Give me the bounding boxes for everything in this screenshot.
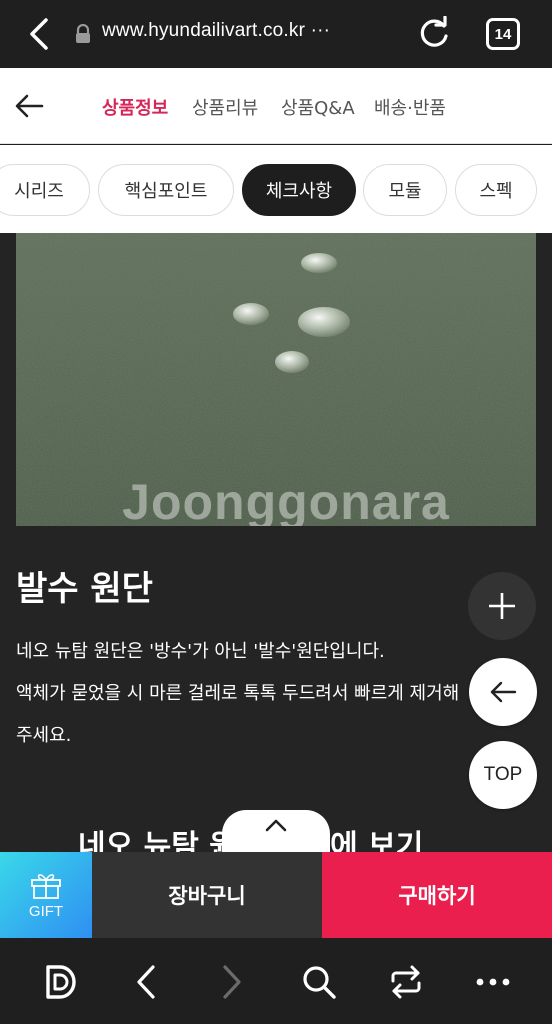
- nav-forward-button[interactable]: [212, 962, 252, 1002]
- collapse-handle[interactable]: [222, 810, 330, 856]
- buy-now-button[interactable]: 구매하기: [322, 852, 552, 938]
- product-tab-header: 상품정보 상품리뷰 상품Q&A 배송·반품: [0, 68, 552, 144]
- section-chip-row: 시리즈 핵심포인트 체크사항 모듈 스펙: [0, 145, 552, 233]
- browser-logo-icon: [46, 965, 76, 999]
- browser-home-button[interactable]: [40, 962, 80, 1002]
- nav-more-button[interactable]: [473, 962, 513, 1002]
- search-icon: [303, 966, 336, 999]
- go-back-button[interactable]: [469, 658, 537, 726]
- chip-checklist[interactable]: 체크사항: [242, 164, 356, 216]
- expand-plus-button[interactable]: [468, 572, 536, 640]
- section-title: 발수 원단: [16, 569, 153, 609]
- chip-series[interactable]: 시리즈: [0, 164, 90, 216]
- description-line-2: 액체가 묻었을 시 마른 걸레로 톡톡 두드려서 빠르게 제거해: [16, 683, 460, 704]
- url-text: www.hyundailivart.co.kr: [102, 20, 306, 41]
- fabric-water-drop-image: Joonggonara: [16, 233, 536, 526]
- browser-bottom-nav: [0, 938, 552, 1024]
- arrow-left-icon: [490, 681, 517, 703]
- chip-spec[interactable]: 스펙: [455, 164, 537, 216]
- nav-back-button[interactable]: [126, 962, 166, 1002]
- switch-arrows-icon: [391, 965, 421, 999]
- description-line-3: 주세요.: [16, 725, 72, 746]
- url-more: ···: [310, 20, 331, 41]
- chevron-up-icon: [265, 819, 287, 832]
- description-line-1: 네오 뉴탐 원단은 '방수'가 아닌 '발수'원단입니다.: [16, 641, 385, 662]
- top-label: TOP: [483, 764, 523, 785]
- tab-product-review[interactable]: 상품리뷰: [192, 94, 258, 120]
- plus-icon: [489, 593, 515, 619]
- chip-key-points[interactable]: 핵심포인트: [98, 164, 234, 216]
- tab-shipping-return[interactable]: 배송·반품: [374, 94, 446, 120]
- chevron-left-icon: [137, 965, 155, 999]
- nav-tabs-switch-button[interactable]: [386, 962, 426, 1002]
- nav-search-button[interactable]: [299, 962, 339, 1002]
- browser-toolbar: www.hyundailivart.co.kr ··· 14: [0, 0, 552, 68]
- add-to-cart-button[interactable]: 장바구니: [92, 852, 322, 938]
- page: www.hyundailivart.co.kr ··· 14 상품정보 상품리뷰…: [0, 0, 552, 1024]
- tab-product-qna[interactable]: 상품Q&A: [281, 94, 355, 120]
- gift-button[interactable]: GIFT: [0, 852, 92, 938]
- watermark-logo: Joonggonara: [122, 474, 450, 526]
- gift-label: GIFT: [28, 902, 64, 920]
- chip-module[interactable]: 모듈: [363, 164, 447, 216]
- browser-back-icon[interactable]: [24, 16, 56, 52]
- scroll-top-button[interactable]: TOP: [469, 741, 537, 809]
- back-arrow-icon[interactable]: [14, 90, 46, 122]
- reload-icon[interactable]: [416, 16, 452, 52]
- purchase-bar: GIFT 장바구니 구매하기: [0, 852, 552, 938]
- gift-box-icon: [31, 873, 61, 899]
- more-dots-icon: [476, 978, 510, 986]
- chevron-right-icon: [223, 965, 241, 999]
- tab-product-info[interactable]: 상품정보: [102, 94, 168, 120]
- address-bar[interactable]: www.hyundailivart.co.kr ···: [102, 20, 330, 42]
- product-detail-content: Joonggonara 발수 원단 네오 뉴탐 원단은 '방수'가 아닌 '발수…: [0, 233, 552, 853]
- tab-count-button[interactable]: 14: [486, 18, 520, 50]
- lock-icon: [76, 24, 90, 43]
